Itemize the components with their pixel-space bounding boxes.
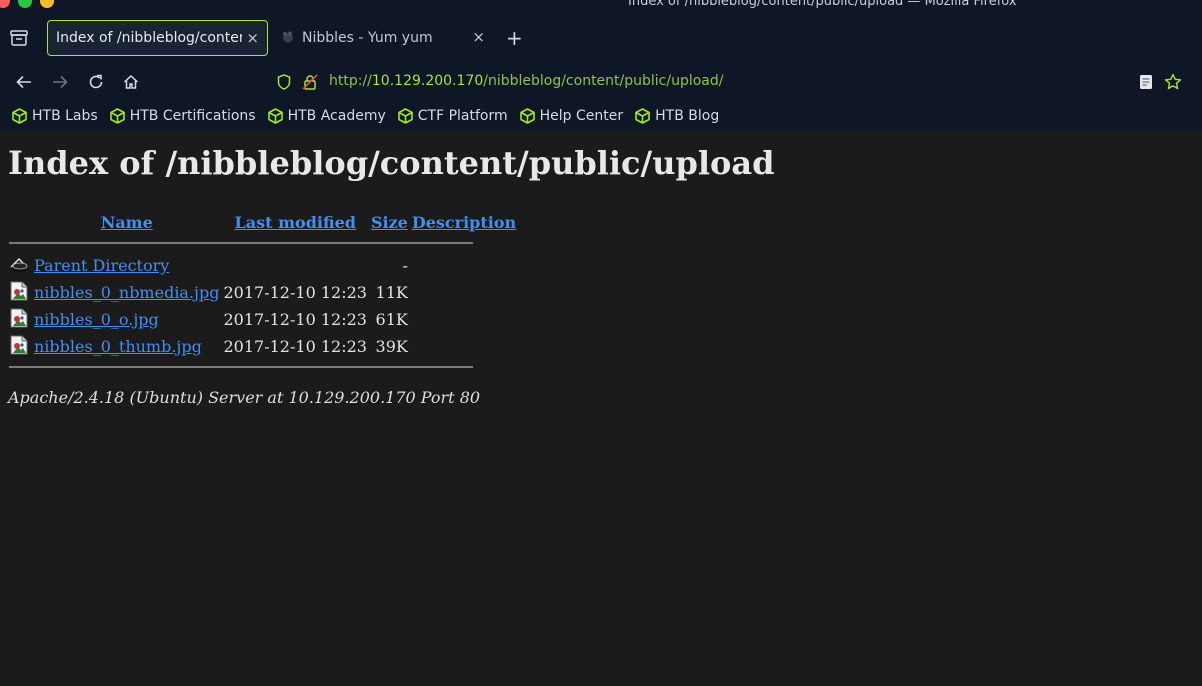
sort-by-name-link[interactable]: Name <box>101 213 153 232</box>
name-cell: nibbles_0_thumb.jpg <box>32 333 222 360</box>
sort-by-size-link[interactable]: Size <box>371 213 408 232</box>
navigation-bar: http://10.129.200.170/nibbleblog/content… <box>0 64 1202 100</box>
description-column-header: Description <box>410 208 518 236</box>
list-all-tabs-icon[interactable] <box>8 27 30 49</box>
maximize-window-button[interactable] <box>18 0 32 8</box>
icon-column-header <box>8 208 32 236</box>
table-header-row: Name Last modified Size Description <box>8 208 518 236</box>
bookmark-htb-blog[interactable]: HTB Blog <box>635 108 719 124</box>
htb-cube-icon <box>635 108 650 124</box>
table-row: nibbles_0_o.jpg 2017-12-10 12:23 61K <box>8 306 518 333</box>
url-host: 10.129.200.170 <box>371 73 484 89</box>
image-file-icon <box>8 306 32 333</box>
name-column-header: Name <box>32 208 222 236</box>
tracking-protection-shield-icon[interactable] <box>274 72 294 92</box>
close-tab-icon[interactable]: × <box>472 28 485 46</box>
sort-by-last-modified-link[interactable]: Last modified <box>235 213 356 232</box>
back-icon <box>8 252 32 279</box>
minimize-window-button[interactable] <box>40 0 54 8</box>
description-cell <box>410 252 518 279</box>
image-file-icon <box>8 333 32 360</box>
modified-cell: 2017-12-10 12:23 <box>223 337 367 356</box>
page-content: Index of /nibbleblog/content/public/uplo… <box>0 132 1202 686</box>
htb-cube-icon <box>267 108 283 124</box>
bookmark-htb-labs[interactable]: HTB Labs <box>12 108 98 124</box>
bookmark-label: HTB Labs <box>32 108 98 124</box>
bookmark-ctf-platform[interactable]: CTF Platform <box>397 108 508 124</box>
reader-view-icon[interactable] <box>1136 72 1156 92</box>
nibbles-favicon-icon <box>281 30 295 48</box>
title-bar: Index of /nibbleblog/content/public/uplo… <box>0 0 1202 12</box>
size-cell: 61K <box>375 310 408 329</box>
htb-cube-icon <box>519 108 535 124</box>
tab-bar: Index of /nibbleblog/content/public/uplo… <box>0 12 1202 64</box>
directory-listing-table: Name Last modified Size Description Pare… <box>8 208 518 376</box>
bookmark-label: CTF Platform <box>417 108 508 124</box>
url-bar[interactable]: http://10.129.200.170/nibbleblog/content… <box>266 66 1126 98</box>
close-window-button[interactable] <box>0 0 10 8</box>
table-separator <box>8 360 518 376</box>
modified-cell: 2017-12-10 12:23 <box>223 283 367 302</box>
htb-cube-icon <box>12 108 27 124</box>
file-link[interactable]: nibbles_0_thumb.jpg <box>34 337 202 356</box>
image-file-icon <box>8 279 32 306</box>
window-title: Index of /nibbleblog/content/public/uplo… <box>628 0 1017 9</box>
url-scheme: http:// <box>329 73 372 89</box>
parent-directory-link[interactable]: Parent Directory <box>34 256 169 275</box>
file-link[interactable]: nibbles_0_nbmedia.jpg <box>34 283 220 302</box>
bookmarks-toolbar: HTB Labs HTB Certifications HTB Academy … <box>0 100 1202 132</box>
bookmark-label: HTB Certifications <box>129 108 256 124</box>
bookmark-help-center[interactable]: Help Center <box>519 108 624 124</box>
bookmark-htb-certifications[interactable]: HTB Certifications <box>109 108 256 124</box>
page-title: Index of /nibbleblog/content/public/uplo… <box>8 144 775 182</box>
table-row: nibbles_0_thumb.jpg 2017-12-10 12:23 39K <box>8 333 518 360</box>
tab-label: Nibbles - Yum yum <box>302 30 433 46</box>
url-path: /nibbleblog/content/public/upload/ <box>483 73 724 89</box>
description-cell <box>410 306 518 333</box>
modified-cell <box>222 252 369 279</box>
insecure-lock-icon[interactable] <box>300 72 320 92</box>
description-cell <box>410 279 518 306</box>
file-link[interactable]: nibbles_0_o.jpg <box>34 310 159 329</box>
size-column-header: Size <box>369 208 410 236</box>
new-tab-button[interactable]: + <box>506 28 523 48</box>
size-cell: 11K <box>375 283 408 302</box>
tab-index-upload[interactable]: Index of /nibbleblog/content/public/uplo… <box>47 20 268 56</box>
htb-cube-icon <box>397 108 413 124</box>
bookmark-label: HTB Blog <box>655 108 720 124</box>
description-cell <box>410 333 518 360</box>
bookmark-label: Help Center <box>539 108 624 124</box>
reload-icon[interactable] <box>86 72 106 92</box>
size-cell: - <box>402 256 408 275</box>
close-tab-icon[interactable]: × <box>246 29 259 47</box>
name-cell: nibbles_0_nbmedia.jpg <box>32 279 222 306</box>
bookmark-htb-academy[interactable]: HTB Academy <box>267 108 386 124</box>
back-arrow-icon[interactable] <box>14 72 34 92</box>
table-separator <box>8 236 518 252</box>
name-cell: Parent Directory <box>32 252 222 279</box>
sort-by-description-link[interactable]: Description <box>412 213 516 232</box>
url-text: http://10.129.200.170/nibbleblog/content… <box>329 73 724 89</box>
server-signature: Apache/2.4.18 (Ubuntu) Server at 10.129.… <box>8 388 481 407</box>
htb-cube-icon <box>109 108 125 124</box>
size-cell: 39K <box>375 337 408 356</box>
tab-label: Index of /nibbleblog/content/public/uplo… <box>56 30 242 46</box>
bookmark-label: HTB Academy <box>287 108 386 124</box>
table-row: nibbles_0_nbmedia.jpg 2017-12-10 12:23 1… <box>8 279 518 306</box>
modified-cell: 2017-12-10 12:23 <box>223 310 367 329</box>
name-cell: nibbles_0_o.jpg <box>32 306 222 333</box>
last-modified-column-header: Last modified <box>222 208 369 236</box>
home-icon[interactable] <box>121 72 141 92</box>
table-row: Parent Directory - <box>8 252 518 279</box>
forward-arrow-icon[interactable] <box>50 72 70 92</box>
tab-nibbles[interactable]: Nibbles - Yum yum × <box>272 20 497 56</box>
bookmark-star-icon[interactable] <box>1163 72 1183 92</box>
